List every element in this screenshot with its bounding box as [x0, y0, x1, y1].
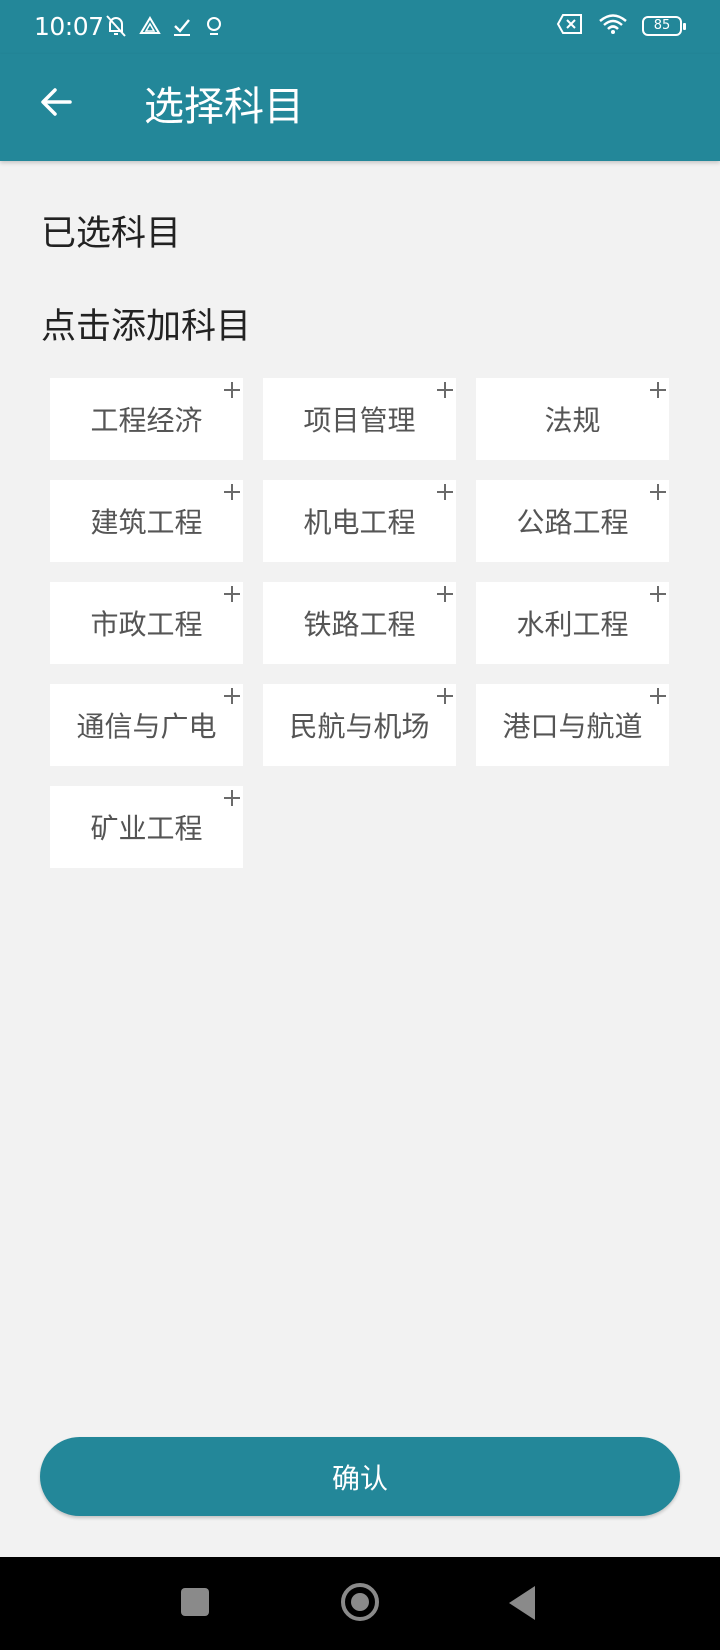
subject-card[interactable]: 市政工程 — [50, 582, 243, 664]
plus-icon — [650, 688, 666, 704]
plus-icon — [224, 688, 240, 704]
status-icons-left — [103, 13, 225, 43]
page-title: 选择科目 — [144, 84, 304, 130]
subject-card[interactable]: 民航与机场 — [263, 684, 456, 766]
app-bar: 选择科目 — [0, 54, 720, 161]
subject-label: 公路工程 — [516, 506, 629, 539]
plus-icon — [224, 484, 240, 500]
subject-card[interactable]: 通信与广电 — [50, 684, 243, 766]
subject-label: 水利工程 — [516, 608, 629, 641]
back-triangle-icon[interactable] — [509, 1586, 535, 1620]
battery-icon: 85 — [642, 16, 686, 36]
add-subjects-title: 点击添加科目 — [41, 307, 252, 347]
subject-label: 项目管理 — [303, 404, 416, 437]
status-time: 10:07 — [34, 12, 104, 41]
plus-icon — [437, 484, 453, 500]
subject-card[interactable]: 水利工程 — [476, 582, 669, 664]
subject-label: 铁路工程 — [303, 608, 416, 641]
plus-icon — [650, 586, 666, 602]
subject-card[interactable]: 铁路工程 — [263, 582, 456, 664]
selected-subjects-title: 已选科目 — [41, 214, 182, 254]
wifi-icon — [598, 13, 628, 39]
plus-icon — [437, 382, 453, 398]
plus-icon — [437, 586, 453, 602]
subject-label: 民航与机场 — [289, 710, 430, 743]
plus-icon — [224, 382, 240, 398]
plus-icon — [650, 484, 666, 500]
plus-icon — [224, 790, 240, 806]
subject-card[interactable]: 法规 — [476, 378, 669, 460]
confirm-button[interactable]: 确认 — [40, 1437, 680, 1516]
subject-label: 市政工程 — [90, 608, 203, 641]
subject-card[interactable]: 机电工程 — [263, 480, 456, 562]
home-icon[interactable] — [341, 1583, 379, 1621]
back-button[interactable] — [32, 80, 80, 128]
subject-card[interactable]: 公路工程 — [476, 480, 669, 562]
subject-label: 建筑工程 — [90, 506, 203, 539]
subject-label: 港口与航道 — [502, 710, 643, 743]
subject-card[interactable]: 矿业工程 — [50, 786, 243, 868]
location-icon — [203, 15, 225, 41]
subject-card[interactable]: 建筑工程 — [50, 480, 243, 562]
subject-grid: 工程经济 项目管理 法规 建筑工程 机电工程 公路工程 市政工程 铁路工程 水利… — [50, 378, 670, 868]
subject-label: 矿业工程 — [90, 812, 203, 845]
subject-card[interactable]: 工程经济 — [50, 378, 243, 460]
check-icon — [171, 15, 193, 41]
subject-label: 工程经济 — [90, 404, 203, 437]
plus-icon — [650, 382, 666, 398]
plus-icon — [224, 586, 240, 602]
subject-card[interactable]: 港口与航道 — [476, 684, 669, 766]
drive-icon — [139, 15, 161, 41]
status-icons-right: 85 — [556, 13, 686, 39]
notifications-off-icon — [103, 13, 129, 43]
subject-label: 通信与广电 — [76, 710, 217, 743]
subject-label: 法规 — [544, 404, 601, 437]
recent-apps-icon[interactable] — [181, 1588, 209, 1616]
subject-card[interactable]: 项目管理 — [263, 378, 456, 460]
plus-icon — [437, 688, 453, 704]
subject-label: 机电工程 — [303, 506, 416, 539]
arrow-left-icon — [38, 84, 74, 124]
sim-error-icon — [556, 13, 584, 39]
navigation-bar — [0, 1557, 720, 1650]
status-bar: 10:07 85 — [0, 0, 720, 54]
